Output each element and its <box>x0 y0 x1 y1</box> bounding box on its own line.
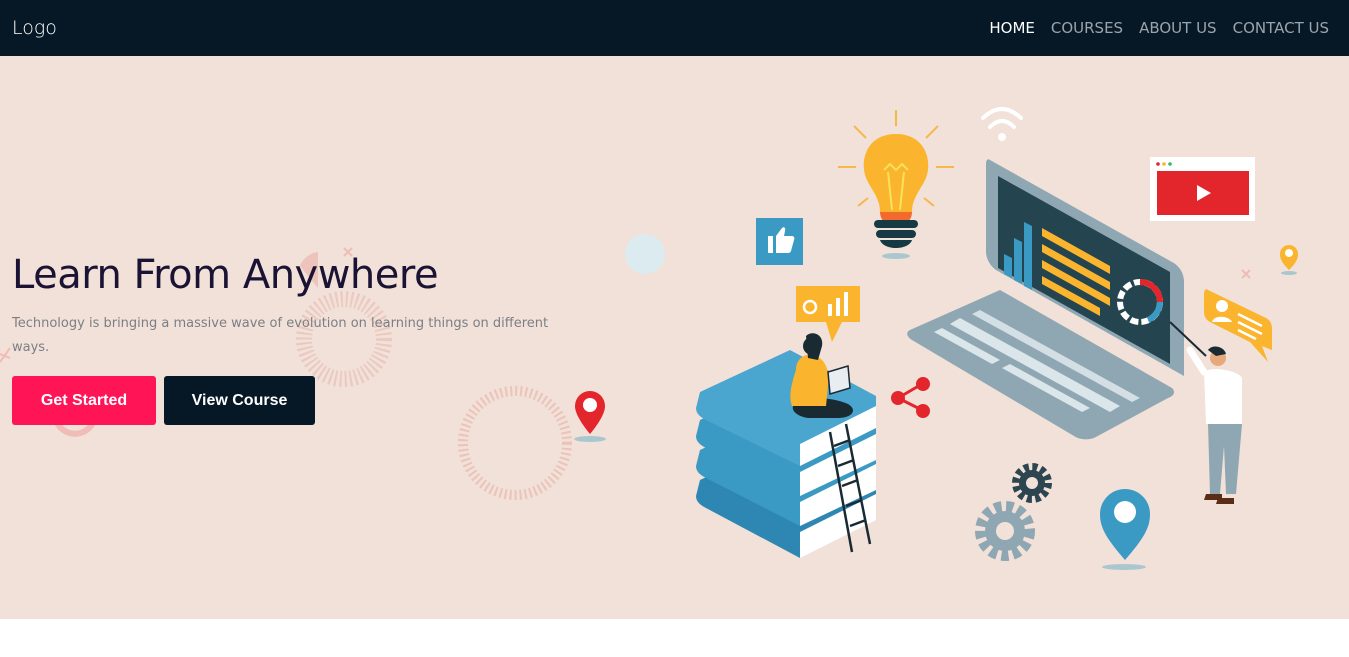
gear-icon <box>1012 463 1052 503</box>
nav-link-contact-us[interactable]: CONTACT US <box>1233 19 1329 37</box>
logo[interactable]: Logo <box>12 17 57 39</box>
hero-illustration <box>696 107 1298 570</box>
thumbs-up-icon <box>756 218 803 265</box>
hero-section: Learn From Anywhere Technology is bringi… <box>0 56 1349 619</box>
nav-link-about-us[interactable]: ABOUT US <box>1139 19 1217 37</box>
view-course-button[interactable]: View Course <box>164 376 315 425</box>
share-icon <box>891 377 930 418</box>
wifi-icon <box>981 107 1023 141</box>
gear-icon <box>975 501 1035 561</box>
laptop-illustration <box>907 159 1184 440</box>
hero-title: Learn From Anywhere <box>12 252 439 298</box>
decor-hatched-ring <box>458 386 572 500</box>
location-pin-icon <box>1100 489 1150 570</box>
student-woman-illustration <box>790 333 853 418</box>
location-pin-icon <box>574 391 606 442</box>
decor-cross <box>0 347 11 363</box>
hero-subtitle: Technology is bringing a massive wave of… <box>12 316 549 355</box>
nav-link-courses[interactable]: COURSES <box>1051 19 1123 37</box>
analytics-bubble-icon <box>796 286 860 342</box>
nav-link-home[interactable]: HOME <box>989 19 1035 37</box>
nav-menu: HOME COURSES ABOUT US CONTACT US <box>989 19 1329 37</box>
light-bulb-icon <box>838 110 954 259</box>
location-pin-icon <box>1280 245 1298 275</box>
video-player-icon <box>1150 157 1255 221</box>
navbar: Logo HOME COURSES ABOUT US CONTACT US <box>0 0 1349 56</box>
get-started-button[interactable]: Get Started <box>12 376 156 425</box>
